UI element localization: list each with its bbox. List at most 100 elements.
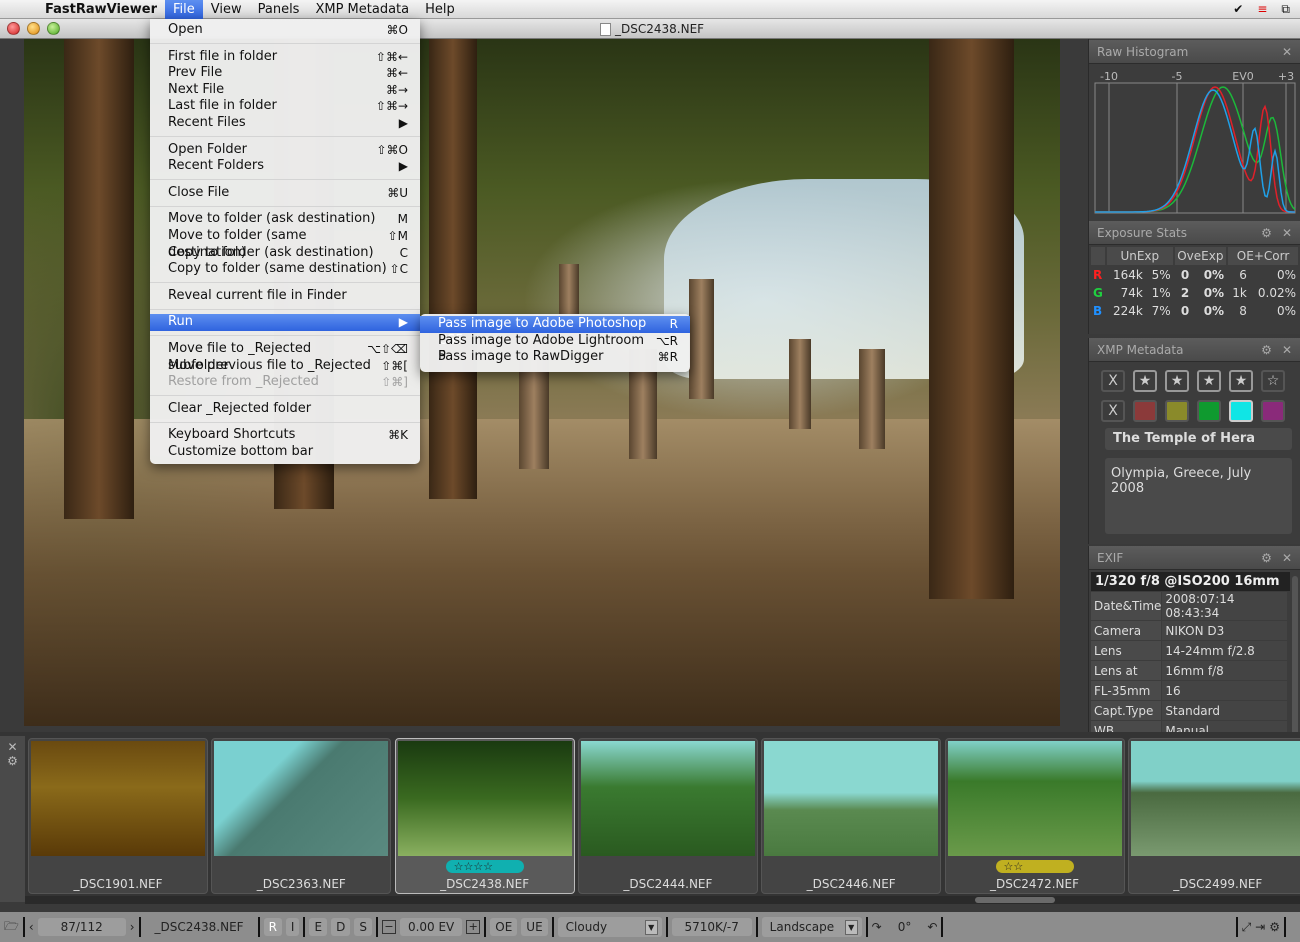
close-icon[interactable]: ✕ [0, 740, 25, 754]
color-label-swatch[interactable] [1197, 400, 1221, 422]
file-menu-item[interactable]: Prev File ⌘← [150, 65, 420, 82]
clear-color-button[interactable]: X [1101, 400, 1125, 422]
run-submenu-item[interactable]: Pass image to Adobe Photoshop CS5 R [420, 316, 690, 348]
file-counter[interactable]: 87/112 [37, 918, 126, 936]
prev-file-button[interactable]: ‹ [29, 920, 34, 934]
menu-item-label: Copy to folder (ask destination) [168, 244, 374, 260]
exposure-value[interactable]: 0.00 EV [399, 918, 463, 936]
file-menu-item[interactable]: Next File ⌘→ [150, 82, 420, 99]
menu-view[interactable]: View [203, 0, 250, 19]
rotate-left-icon[interactable]: ↶ [927, 920, 937, 934]
file-menu-item[interactable]: Copy to folder (same destination) ⇧C [150, 261, 420, 278]
menu-app-name[interactable]: FastRawViewer [37, 0, 165, 19]
file-menu-item[interactable]: Clear _Rejected folder [150, 401, 420, 418]
zoom-window-button[interactable] [47, 22, 60, 35]
ev-plus-button[interactable]: + [466, 920, 481, 934]
star-filled-icon[interactable]: ★ [1165, 370, 1189, 392]
e-button[interactable]: E [309, 918, 328, 936]
star-filled-icon[interactable]: ★ [1229, 370, 1253, 392]
status-meter-icon[interactable]: ≡ [1257, 2, 1267, 16]
minimize-window-button[interactable] [27, 22, 40, 35]
file-menu-item[interactable]: Open ⌘O [150, 22, 420, 39]
next-file-button[interactable]: › [130, 920, 135, 934]
rotate-right-icon[interactable]: ↷ [872, 920, 882, 934]
menu-panels[interactable]: Panels [250, 0, 308, 19]
run-submenu-item[interactable]: Pass image to RawDigger ⌘R [420, 349, 690, 366]
file-menu-item[interactable]: Move to folder (ask destination) M [150, 211, 420, 228]
file-menu-item[interactable]: Move to folder (same destination) ⇧M [150, 228, 420, 260]
menu-item-shortcut: ⇧⌘→ [375, 99, 408, 114]
open-folder-icon[interactable]: 🗁 [4, 917, 19, 938]
exposure-stats-table: UnExp OveExp OE+Corr R 164k 5% 0 0% 6 0% G 74k 1%… [1089, 245, 1300, 321]
file-menu-item[interactable]: Move previous file to _Rejected ⇧⌘[ [150, 358, 420, 375]
star-empty-icon[interactable]: ☆ [1261, 370, 1285, 392]
file-menu-item[interactable]: Move file to _Rejected subfolder ⌥⇧⌫ [150, 341, 420, 373]
status-window-icon[interactable]: ⧉ [1281, 2, 1290, 17]
gear-icon[interactable]: ⚙ [1261, 338, 1272, 362]
menu-xmp-metadata[interactable]: XMP Metadata [307, 0, 417, 19]
file-menu-item[interactable]: Open Folder ⇧⌘O [150, 142, 420, 159]
overexposure-button[interactable]: OE [490, 918, 518, 936]
document-icon [600, 22, 611, 36]
file-menu-item[interactable]: Last file in folder ⇧⌘→ [150, 98, 420, 115]
exposure-cell-oec-pct: 0% [1276, 268, 1296, 282]
exposure-cell-unexp: 164k [1113, 268, 1143, 282]
filmstrip-thumbnail[interactable]: ☆☆☆☆ _DSC2438.NEF [394, 738, 575, 894]
star-filled-icon[interactable]: ★ [1197, 370, 1221, 392]
gear-icon[interactable]: ⚙ [1261, 221, 1272, 245]
info-button[interactable]: I [285, 918, 300, 936]
filmstrip-thumbnail[interactable]: _DSC2446.NEF [761, 738, 942, 894]
settings-gear-icon[interactable]: ⚙ [1269, 920, 1280, 934]
status-check-icon[interactable]: ✔ [1233, 2, 1243, 16]
white-balance-value: Cloudy [565, 920, 608, 934]
file-menu-item[interactable]: Keyboard Shortcuts ⌘K [150, 427, 420, 444]
color-label-swatch[interactable] [1165, 400, 1189, 422]
exposure-cell-oec-pct: 0.02% [1257, 286, 1296, 300]
col-oveexp: OveExp [1174, 247, 1227, 265]
reject-button[interactable]: X [1101, 370, 1125, 392]
menu-file[interactable]: File [164, 0, 203, 19]
file-menu-item[interactable]: Copy to folder (ask destination) C [150, 245, 420, 262]
filmstrip-thumbnail[interactable]: _DSC2499.NEF [1127, 738, 1300, 894]
menu-item-shortcut: ⌘O [386, 23, 408, 37]
s-button[interactable]: S [354, 918, 372, 936]
filmstrip-thumbnail[interactable]: _DSC1901.NEF [28, 738, 208, 894]
picture-style-select[interactable]: Landscape ▼ [761, 917, 862, 937]
close-window-button[interactable] [7, 22, 20, 35]
file-menu-item[interactable]: Close File ⌘U [150, 185, 420, 202]
close-icon[interactable]: ✕ [1282, 546, 1292, 570]
d-button[interactable]: D [331, 918, 351, 936]
fullscreen-icon[interactable]: ⤢ [1242, 920, 1252, 935]
panel-toggle-icon[interactable]: ⇥ [1255, 920, 1265, 934]
star-filled-icon[interactable]: ★ [1133, 370, 1157, 392]
description-field[interactable]: Olympia, Greece, July 2008 [1105, 458, 1292, 534]
file-menu-item[interactable]: Run ▶ [150, 314, 420, 331]
gear-icon[interactable]: ⚙ [0, 754, 25, 768]
color-label-swatch[interactable] [1261, 400, 1285, 422]
ev-minus-button[interactable]: − [381, 920, 396, 934]
gear-icon[interactable]: ⚙ [1261, 546, 1272, 570]
color-label-swatch[interactable] [1133, 400, 1157, 422]
menu-help[interactable]: Help [417, 0, 463, 19]
file-menu-item[interactable]: Reveal current file in Finder [150, 288, 420, 305]
filmstrip-thumbnail[interactable]: _DSC2444.NEF [577, 738, 758, 894]
filmstrip-thumbnail[interactable]: _DSC2363.NEF [211, 738, 392, 894]
white-balance-select[interactable]: Cloudy ▼ [557, 917, 662, 937]
file-menu-item[interactable]: Recent Folders ▶ [150, 158, 420, 175]
run-submenu-item[interactable]: Pass image to Adobe Lightroom 5 ⌥R [420, 333, 690, 365]
close-icon[interactable]: ✕ [1282, 221, 1292, 245]
headline-field[interactable]: The Temple of Hera [1105, 428, 1292, 450]
color-label-swatch[interactable] [1229, 400, 1253, 422]
color-temperature[interactable]: 5710K/-7 [671, 918, 752, 936]
menu-item-shortcut: ⇧C [389, 262, 408, 277]
underexposure-button[interactable]: UE [521, 918, 548, 936]
filmstrip-scrollbar[interactable] [25, 896, 1300, 904]
file-menu-item[interactable]: First file in folder ⇧⌘← [150, 49, 420, 66]
close-icon[interactable]: ✕ [1282, 40, 1292, 64]
close-icon[interactable]: ✕ [1282, 338, 1292, 362]
file-menu-item[interactable]: Recent Files ▶ [150, 115, 420, 132]
filmstrip-thumbnail[interactable]: ☆☆ _DSC2472.NEF [944, 738, 1125, 894]
file-menu-item[interactable]: Customize bottom bar [150, 444, 420, 461]
raw-button[interactable]: R [263, 918, 282, 936]
exif-scrollbar[interactable] [1292, 576, 1298, 736]
